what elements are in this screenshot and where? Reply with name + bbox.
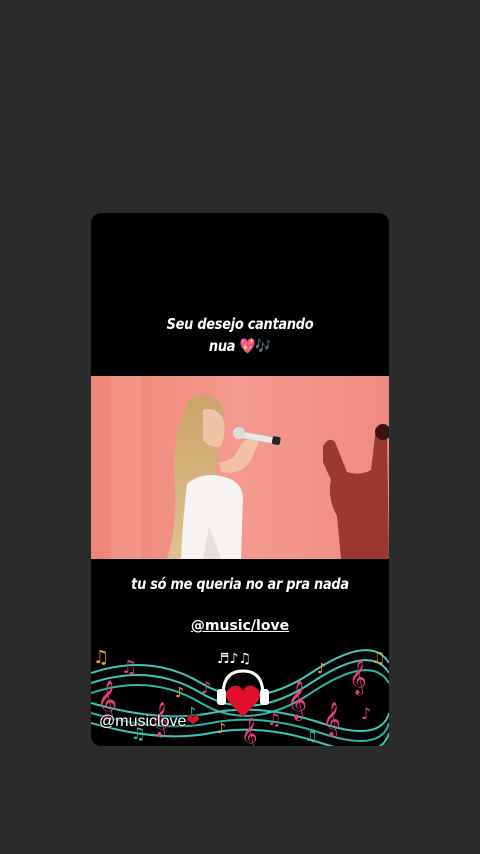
- svg-text:♪: ♪: [217, 721, 226, 737]
- svg-text:𝄞: 𝄞: [241, 717, 258, 746]
- caption-lyric: tu só me queria no ar pra nada: [131, 575, 349, 593]
- caption-top-line2: nua: [208, 337, 236, 355]
- svg-text:♪: ♪: [175, 685, 184, 701]
- music-notes-icon: 🎶: [255, 337, 272, 355]
- sticker-handle-text: @musiclove: [99, 713, 187, 730]
- svg-text:♫: ♫: [305, 729, 318, 745]
- svg-text:𝄞: 𝄞: [323, 702, 341, 738]
- svg-text:𝄞: 𝄞: [287, 680, 307, 721]
- caption-top: Seu desejo cantando nua 💖🎶: [112, 313, 368, 357]
- svg-text:♪: ♪: [201, 678, 211, 697]
- music-love-link[interactable]: @music/love: [91, 618, 389, 634]
- sparkling-heart-icon: 💖: [239, 337, 256, 355]
- heart-icon: ❤: [186, 713, 200, 730]
- singer-performance-image: [91, 376, 389, 559]
- svg-text:𝄞: 𝄞: [349, 660, 367, 696]
- svg-text:♬♪♫: ♬♪♫: [217, 651, 251, 667]
- svg-text:♫: ♫: [267, 710, 281, 729]
- svg-text:♫: ♫: [93, 647, 109, 668]
- caption-top-line1: Seu desejo cantando: [166, 315, 314, 333]
- sticker-handle: @musiclove❤: [99, 711, 200, 731]
- svg-text:♫: ♫: [371, 648, 385, 667]
- svg-text:♫: ♫: [121, 657, 137, 678]
- svg-text:♪: ♪: [361, 704, 371, 723]
- story-card[interactable]: Seu desejo cantando nua 💖🎶 tu só me quer…: [91, 213, 389, 746]
- video-frame[interactable]: [91, 376, 389, 559]
- svg-text:♪: ♪: [317, 661, 326, 677]
